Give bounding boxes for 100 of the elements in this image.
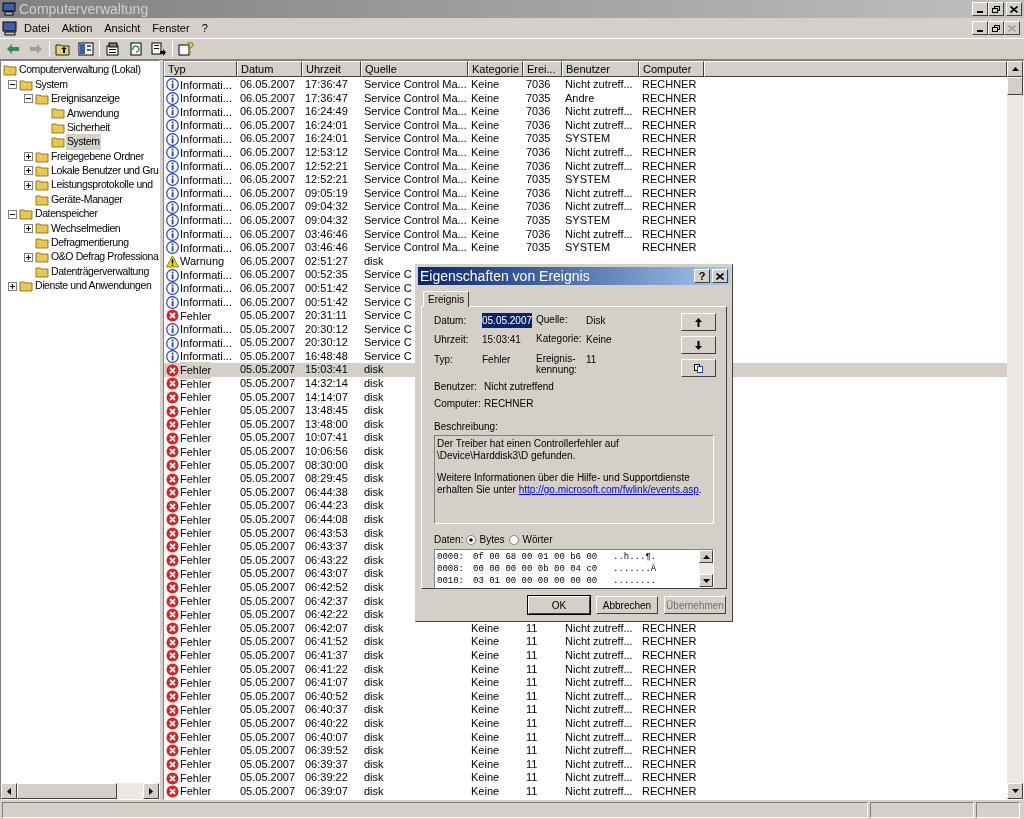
- tree-item[interactable]: Freigegebene Ordner: [50, 148, 145, 165]
- scroll-up-button[interactable]: [1007, 61, 1023, 77]
- computer-icon[interactable]: [2, 20, 18, 36]
- info-icon: [166, 200, 179, 214]
- table-cell: 06.05.2007: [240, 254, 296, 267]
- refresh-icon[interactable]: [128, 42, 144, 56]
- tree-item[interactable]: Anwendung: [66, 105, 120, 122]
- table-cell: 11: [526, 703, 538, 716]
- column-header[interactable]: Datum: [237, 61, 302, 77]
- horizontal-scrollbar[interactable]: [1, 783, 159, 799]
- tree-item[interactable]: Computerverwaltung (Lokal): [18, 62, 142, 79]
- column-header[interactable]: Benutzer: [562, 61, 639, 77]
- tree-item[interactable]: Dienste und Anwendungen: [34, 278, 153, 294]
- tree-item[interactable]: O&O Defrag Professiona: [50, 249, 159, 266]
- tree-item[interactable]: System: [66, 134, 101, 151]
- tree-item[interactable]: Geräte-Manager: [50, 191, 124, 208]
- expand-icon[interactable]: [23, 252, 33, 262]
- tree-item[interactable]: Sicherheit: [66, 119, 111, 136]
- tab[interactable]: Ereignis: [423, 291, 470, 307]
- menu-item[interactable]: Fenster: [146, 19, 196, 37]
- back-arrow-icon[interactable]: [5, 42, 21, 56]
- expand-icon[interactable]: [23, 180, 33, 190]
- scroll-down-button[interactable]: [699, 574, 713, 587]
- tree-item[interactable]: Lokale Benutzer und Gru: [50, 163, 159, 179]
- field-value: Fehler: [482, 352, 511, 367]
- error-icon: [166, 486, 179, 500]
- menu-item[interactable]: Aktion: [55, 19, 99, 37]
- scroll-down-button[interactable]: [1007, 783, 1023, 799]
- dialog-title: Eigenschaften von Ereignis: [420, 266, 590, 286]
- error-icon: [166, 758, 179, 771]
- vertical-scrollbar[interactable]: [1007, 61, 1023, 799]
- expand-icon[interactable]: [23, 152, 33, 162]
- field-label: Computer:: [434, 397, 482, 411]
- menu-item[interactable]: Datei: [18, 19, 56, 37]
- column-header[interactable]: Computer: [639, 61, 704, 77]
- minimize-button[interactable]: [972, 2, 988, 16]
- column-header[interactable]: Erei...: [523, 61, 562, 77]
- menu-item[interactable]: ?: [195, 19, 214, 37]
- table-cell: 06.05.2007: [240, 268, 296, 281]
- tree-item[interactable]: Wechselmedien: [50, 220, 122, 237]
- table-cell: Keine: [471, 676, 500, 689]
- minimize-button[interactable]: [972, 21, 988, 35]
- column-header[interactable]: Uhrzeit: [302, 61, 361, 77]
- tree-item[interactable]: Ereignisanzeige: [50, 91, 121, 107]
- table-cell: SYSTEM: [565, 173, 611, 186]
- previous-button[interactable]: [681, 313, 716, 331]
- table-cell: 06:39:07: [305, 784, 348, 797]
- next-button[interactable]: [681, 336, 716, 354]
- tree-item[interactable]: System: [34, 76, 69, 93]
- close-button[interactable]: [712, 269, 728, 283]
- hex-offset: 0000:: [437, 551, 465, 563]
- tree-item[interactable]: Defragmentierung: [50, 235, 130, 251]
- expand-icon[interactable]: [7, 281, 17, 291]
- table-cell: 05.05.2007: [240, 526, 296, 539]
- radio-label[interactable]: Wörter: [522, 532, 553, 547]
- tree-item[interactable]: Leistungsprotokolle und: [50, 177, 154, 194]
- collapse-icon[interactable]: [7, 80, 17, 90]
- link[interactable]: http://go.microsoft.com/fwlink/events.asp: [518, 484, 699, 495]
- info-icon: [166, 227, 179, 241]
- folder-up-icon[interactable]: [55, 42, 71, 56]
- tree-pane-icon[interactable]: [78, 42, 94, 56]
- column-header[interactable]: Typ: [164, 61, 237, 77]
- export-list-icon[interactable]: [151, 42, 167, 56]
- table-cell: 11: [526, 784, 538, 797]
- dialog-button[interactable]: OK: [528, 596, 590, 614]
- copy-button[interactable]: [681, 359, 716, 377]
- dialog-button[interactable]: Abbrechen: [596, 596, 658, 614]
- help-button[interactable]: ?: [694, 269, 710, 283]
- scroll-thumb[interactable]: [1007, 77, 1023, 95]
- expand-icon[interactable]: [23, 166, 33, 176]
- collapse-icon[interactable]: [23, 94, 33, 104]
- table-cell: RECHNER: [642, 730, 697, 743]
- menu-item[interactable]: Ansicht: [98, 19, 147, 37]
- table-cell: Service C: [364, 309, 412, 322]
- radio-button[interactable]: [509, 534, 520, 545]
- restore-button[interactable]: [988, 2, 1004, 16]
- column-header[interactable]: Quelle: [361, 61, 468, 77]
- close-button[interactable]: [1006, 2, 1022, 16]
- properties-icon[interactable]: [105, 42, 121, 56]
- scroll-thumb[interactable]: [17, 783, 117, 799]
- collapse-icon[interactable]: [7, 209, 17, 219]
- close-button[interactable]: [1004, 21, 1020, 35]
- scroll-left-button[interactable]: [1, 783, 17, 799]
- column-header[interactable]: Kategorie: [468, 61, 523, 77]
- restore-button[interactable]: [988, 21, 1004, 35]
- table-cell: 06:39:37: [305, 757, 348, 770]
- scroll-up-button[interactable]: [699, 550, 713, 563]
- table-cell: RECHNER: [642, 118, 697, 131]
- tree-item[interactable]: Datenspeicher: [34, 206, 99, 222]
- table-cell: 13:48:45: [305, 404, 348, 417]
- table-cell: RECHNER: [642, 132, 697, 145]
- help-icon[interactable]: [178, 42, 194, 56]
- expand-icon[interactable]: [23, 224, 33, 233]
- scroll-right-button[interactable]: [143, 783, 159, 799]
- vertical-scrollbar[interactable]: [699, 550, 713, 587]
- table-cell[interactable]: Fehler: [180, 362, 212, 379]
- radio-label[interactable]: Bytes: [479, 532, 505, 547]
- radio-button[interactable]: [466, 534, 477, 545]
- table-cell: disk: [364, 540, 384, 553]
- tree-item[interactable]: Datenträgerverwaltung: [50, 263, 150, 280]
